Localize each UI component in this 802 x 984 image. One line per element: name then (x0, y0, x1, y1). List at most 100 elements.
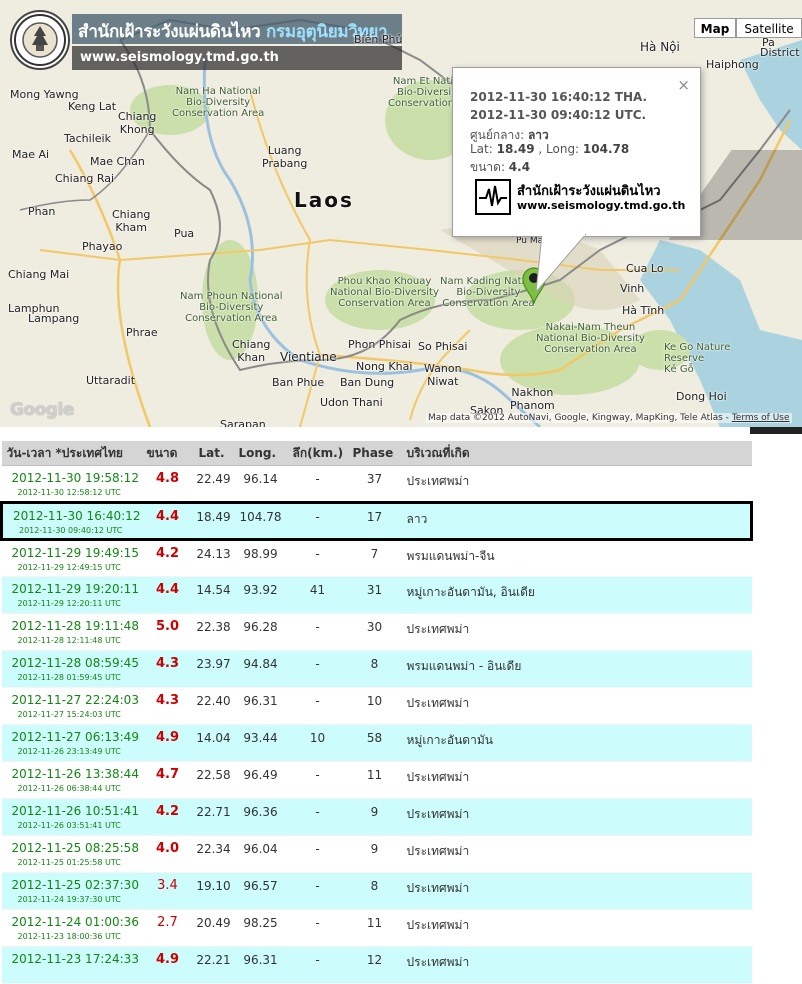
table-row[interactable]: 2012-11-30 16:40:12 2012-11-30 09:40:12 U… (0, 501, 753, 541)
map-label-maesai: Tachileik (64, 132, 111, 145)
cell-long: 96.04 (233, 835, 288, 873)
header-magnitude[interactable]: ขนาด (141, 441, 194, 466)
cell-area: ประเทศพม่า (401, 798, 752, 836)
cell-phase: 8 (347, 650, 402, 688)
cell-depth: - (287, 539, 348, 577)
cell-long: 94.84 (233, 650, 288, 688)
table-row[interactable]: 2012-11-28 19:11:48 2012-11-28 12:11:48 U… (1, 613, 752, 651)
table-row[interactable]: 2012-11-26 10:51:41 2012-11-26 03:51:41 U… (1, 798, 752, 836)
table-row[interactable]: 2012-11-27 22:24:03 2012-11-27 15:24:03 U… (1, 687, 752, 725)
map-label-district: District (760, 46, 800, 59)
site-banner: สำนักเฝ้าระวังแผ่นดินไหว กรมอุตุนิยมวิทย… (8, 8, 402, 70)
cell-phase: 10 (347, 687, 402, 725)
map-label-banphue: Ban Phue (272, 376, 325, 389)
infowindow-close-icon[interactable]: × (677, 76, 690, 94)
cell-phase: 7 (347, 539, 402, 577)
cell-depth: - (287, 761, 348, 799)
cell-lat: 22.34 (193, 835, 234, 873)
cell-area: หมู่เกาะอันดามัน, อินเดีย (401, 576, 752, 614)
cell-area: ประเทศพม่า (401, 946, 752, 984)
cell-long: 96.14 (233, 465, 288, 503)
infowindow-pointer (535, 234, 587, 294)
cell-phase: 8 (347, 872, 402, 910)
banner-title: สำนักเฝ้าระวังแผ่นดินไหว กรมอุตุนิยมวิทย… (78, 18, 388, 45)
cell-datetime: 2012-11-25 02:37:30 2012-11-24 19:37:30 U… (1, 872, 142, 910)
cell-time-thai: 2012-11-28 08:59:45 (11, 656, 139, 670)
map-label-maechan: Mae Chan (90, 155, 145, 168)
map-label-haiphong: Haiphong (706, 58, 759, 71)
cell-area: ประเทศพม่า (401, 872, 752, 910)
cell-area: พรมแดนพม่า-จีน (401, 539, 752, 577)
cell-depth: - (287, 650, 348, 688)
table-row[interactable]: 2012-11-26 13:38:44 2012-11-26 06:38:44 U… (1, 761, 752, 799)
cell-mag: 4.8 (141, 465, 194, 503)
cell-long: 96.36 (233, 798, 288, 836)
header-lat[interactable]: Lat. (193, 441, 234, 466)
cell-depth: 41 (287, 576, 348, 614)
table-row[interactable]: 2012-11-29 19:49:15 2012-11-29 12:49:15 U… (1, 539, 752, 577)
tmd-seal-icon (10, 10, 70, 70)
table-row[interactable]: 2012-11-23 17:24:33 4.9 22.21 96.31-12 ประเท… (1, 946, 752, 984)
map-label-chiangkhan: Chiang Khan (232, 338, 271, 364)
cell-area: หมู่เกาะอันดามัน (401, 724, 752, 762)
cell-time-thai: 2012-11-23 17:24:33 (11, 952, 139, 966)
cell-area: พรมแดนพม่า - อินเดีย (401, 650, 752, 688)
cell-time-utc: 2012-11-28 12:11:48 UTC (17, 636, 121, 645)
cell-lat: 22.58 (193, 761, 234, 799)
cell-phase: 11 (347, 909, 402, 947)
table-row[interactable]: 2012-11-24 01:00:36 2012-11-23 18:00:36 U… (1, 909, 752, 947)
cell-phase: 12 (347, 946, 402, 984)
header-long[interactable]: Long. (233, 441, 288, 466)
cell-time-thai: 2012-11-26 13:38:44 (11, 767, 139, 781)
cell-mag: 4.2 (141, 798, 194, 836)
cell-datetime: 2012-11-26 13:38:44 2012-11-26 06:38:44 U… (1, 761, 142, 799)
cell-time-thai: 2012-11-24 01:00:36 (11, 915, 139, 929)
map-label-phrae: Phrae (126, 326, 158, 339)
terms-of-use-link[interactable]: Terms of Use (732, 413, 790, 423)
cell-lat: 14.54 (193, 576, 234, 614)
table-row[interactable]: 2012-11-30 19:58:12 2012-11-30 12:58:12 U… (1, 465, 752, 503)
cell-lat: 22.71 (193, 798, 234, 836)
map-bottom-gap (0, 427, 802, 434)
table-row[interactable]: 2012-11-29 19:20:11 2012-11-29 12:20:11 U… (1, 576, 752, 614)
map-label-mongyawng: Mong Yawng (10, 88, 79, 101)
map-label-vinh: Vinh (620, 282, 645, 295)
cell-mag: 4.3 (141, 687, 194, 725)
cell-long: 98.99 (233, 539, 288, 577)
header-phase[interactable]: Phase (347, 441, 402, 466)
cell-time-utc: 2012-11-29 12:49:15 UTC (17, 563, 121, 572)
cell-area: ประเทศพม่า (401, 465, 752, 503)
map-label-hanoi: Hà Nội (640, 40, 680, 54)
table-row[interactable]: 2012-11-25 02:37:30 2012-11-24 19:37:30 U… (1, 872, 752, 910)
cell-mag: 2.7 (141, 909, 194, 947)
cell-area: ประเทศพม่า (401, 909, 752, 947)
cell-depth: 10 (287, 724, 348, 762)
banner-title-part1: สำนักเฝ้าระวังแผ่นดินไหว (78, 22, 261, 42)
cell-time-thai: 2012-11-30 19:58:12 (11, 471, 139, 485)
map-label-nongkhai: Nong Khai (356, 360, 413, 373)
cell-datetime: 2012-11-29 19:20:11 2012-11-29 12:20:11 U… (1, 576, 142, 614)
map-type-satellite-button[interactable]: Satellite (736, 18, 802, 38)
table-row[interactable]: 2012-11-27 06:13:49 2012-11-26 23:13:49 U… (1, 724, 752, 762)
header-area[interactable]: บริเวณที่เกิด (401, 441, 752, 466)
header-depth[interactable]: ลึก(km.) (287, 441, 348, 466)
cell-depth: - (287, 501, 348, 541)
cell-area: ลาว (401, 501, 753, 541)
infowindow-magnitude: ขนาด: 4.4 (470, 160, 531, 174)
map-label-maeai: Mae Ai (12, 148, 50, 161)
cell-time-thai: 2012-11-28 19:11:48 (11, 619, 139, 633)
cell-depth: - (287, 465, 348, 503)
seismograph-icon (475, 179, 511, 215)
map-type-map-button[interactable]: Map (694, 18, 736, 38)
map-label-bandung: Ban Dung (340, 376, 395, 389)
table-row[interactable]: 2012-11-25 08:25:58 2012-11-25 01:25:58 U… (1, 835, 752, 873)
header-datetime[interactable]: วัน-เวลา *ประเทศไทย (1, 441, 142, 466)
map-label-uttaradit: Uttaradit (86, 374, 136, 387)
cell-time-thai: 2012-11-29 19:20:11 (11, 582, 139, 596)
cell-phase: 9 (347, 835, 402, 873)
table-row[interactable]: 2012-11-28 08:59:45 2012-11-28 01:59:45 U… (1, 650, 752, 688)
cell-lat: 22.38 (193, 613, 234, 651)
cell-mag: 3.4 (141, 872, 194, 910)
cell-mag: 4.2 (141, 539, 194, 577)
earthquake-map[interactable]: สำนักเฝ้าระวังแผ่นดินไหว กรมอุตุนิยมวิทย… (0, 0, 802, 427)
